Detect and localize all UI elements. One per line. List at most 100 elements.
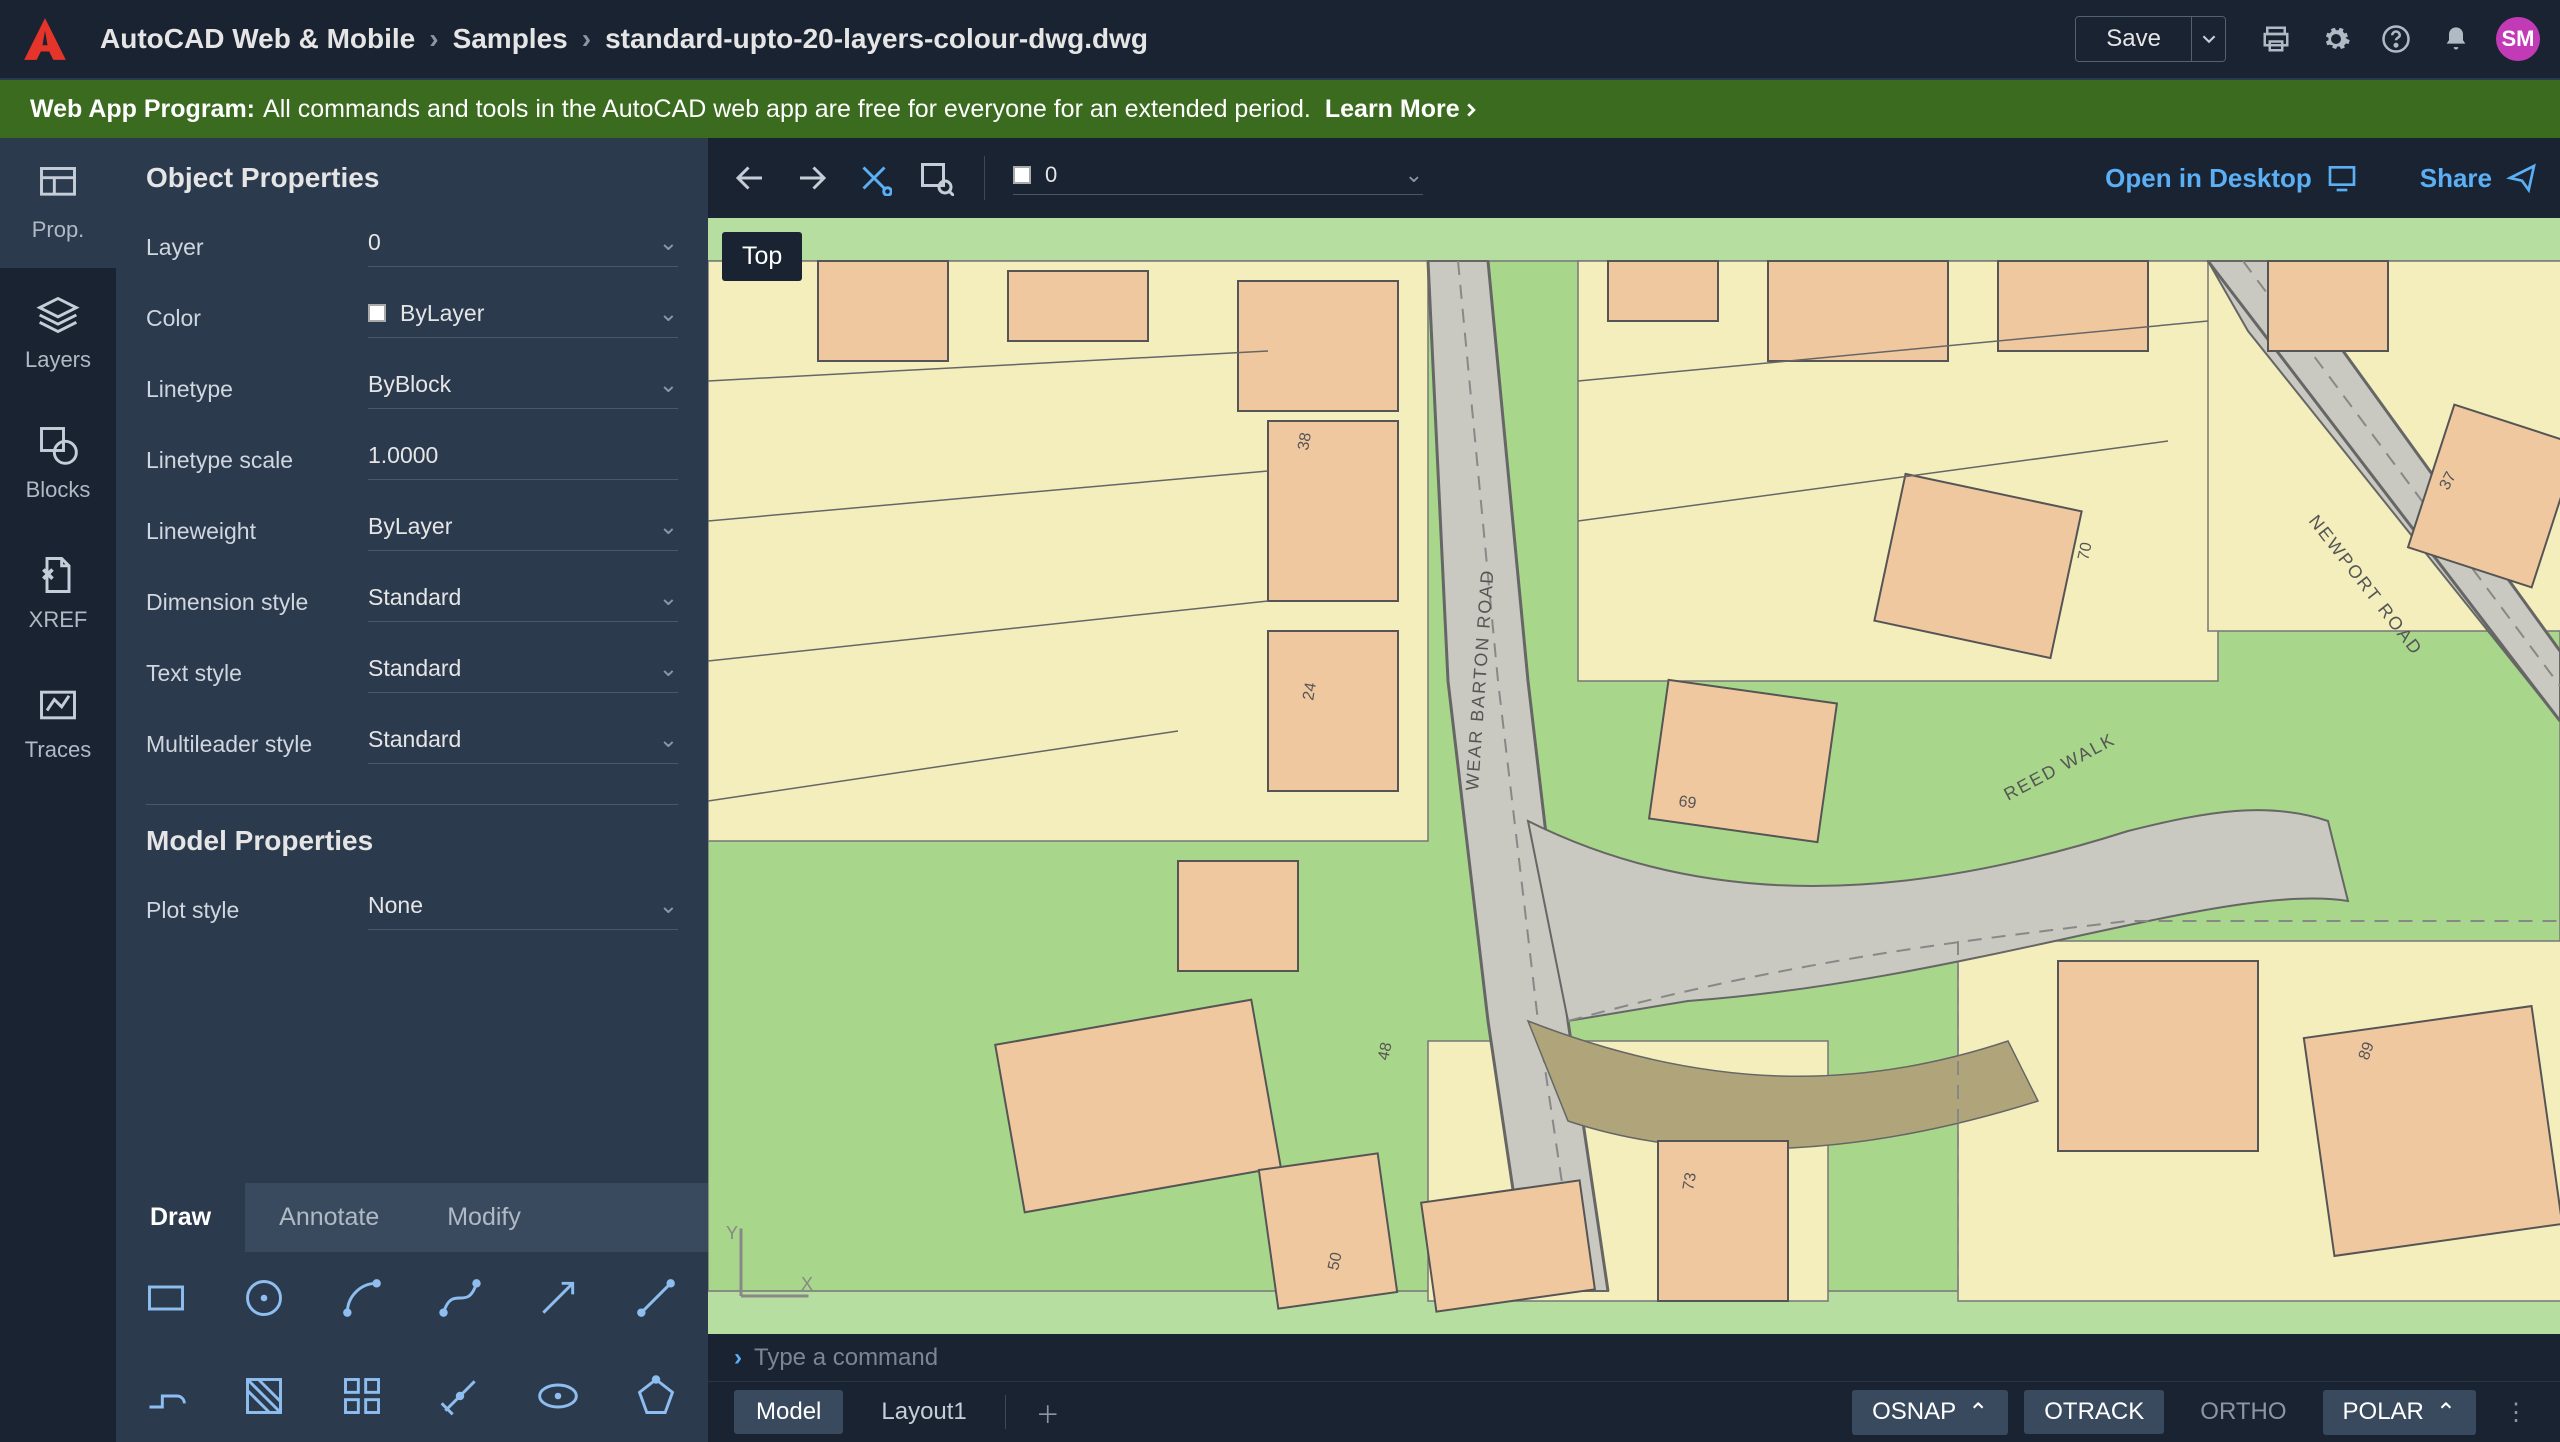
help-icon[interactable] bbox=[2376, 19, 2416, 59]
rail-properties[interactable]: Prop. bbox=[0, 138, 116, 268]
rail-layers[interactable]: Layers bbox=[0, 268, 116, 398]
field-text-style[interactable]: Standard⌄ bbox=[368, 655, 678, 693]
statusbar: Model Layout1 ＋ OSNAP⌃ OTRACK ORTHO POLA… bbox=[708, 1382, 2560, 1442]
label-dimension-style: Dimension style bbox=[146, 589, 368, 616]
tool-polygon[interactable] bbox=[632, 1372, 680, 1420]
caret-icon: › bbox=[734, 1344, 742, 1372]
label-multileader-style: Multileader style bbox=[146, 731, 368, 758]
tool-polyline[interactable] bbox=[142, 1372, 190, 1420]
view-label[interactable]: Top bbox=[722, 232, 802, 281]
field-linetype-scale[interactable]: 1.0000 bbox=[368, 442, 678, 480]
label-lineweight: Lineweight bbox=[146, 518, 368, 545]
banner-learn-more[interactable]: Learn More bbox=[1325, 95, 1478, 124]
field-layer[interactable]: 0⌄ bbox=[368, 229, 678, 267]
tab-annotate[interactable]: Annotate bbox=[245, 1183, 413, 1252]
banner-body: All commands and tools in the AutoCAD we… bbox=[263, 95, 1311, 124]
command-line[interactable]: › Type a command bbox=[708, 1334, 2560, 1382]
svg-text:73: 73 bbox=[1680, 1171, 1700, 1192]
svg-text:X: X bbox=[801, 1274, 813, 1294]
tool-circle[interactable] bbox=[240, 1274, 288, 1322]
promo-banner: Web App Program: All commands and tools … bbox=[0, 80, 2560, 138]
measure-icon[interactable] bbox=[854, 158, 894, 198]
tool-ellipse[interactable] bbox=[534, 1372, 582, 1420]
svg-text:38: 38 bbox=[1295, 431, 1315, 452]
field-color[interactable]: ByLayer⌄ bbox=[368, 300, 678, 338]
command-placeholder: Type a command bbox=[754, 1344, 938, 1372]
left-icon-rail: Prop. Layers Blocks XREF Traces bbox=[0, 138, 116, 1442]
divider bbox=[146, 804, 678, 805]
svg-text:50: 50 bbox=[1325, 1251, 1345, 1272]
canvas-area: 0⌄ Open in Desktop Share Top bbox=[708, 138, 2560, 1442]
redo-icon[interactable] bbox=[792, 158, 832, 198]
layer-dropdown[interactable]: 0⌄ bbox=[1013, 162, 1423, 195]
field-linetype[interactable]: ByBlock⌄ bbox=[368, 371, 678, 409]
drawing-canvas[interactable]: Top bbox=[708, 218, 2560, 1334]
label-linetype-scale: Linetype scale bbox=[146, 447, 368, 474]
avatar[interactable]: SM bbox=[2496, 17, 2540, 61]
color-swatch-icon bbox=[1013, 166, 1031, 184]
properties-panel: Object Properties Layer 0⌄ Color ByLayer… bbox=[116, 138, 708, 1442]
tool-spline[interactable] bbox=[436, 1274, 484, 1322]
undo-icon[interactable] bbox=[730, 158, 770, 198]
tool-palette bbox=[116, 1252, 708, 1442]
chevron-right-icon: › bbox=[429, 23, 438, 55]
breadcrumb-product[interactable]: AutoCAD Web & Mobile bbox=[100, 23, 415, 55]
svg-text:48: 48 bbox=[1375, 1041, 1395, 1062]
separator bbox=[1005, 1395, 1006, 1429]
save-button-group: Save bbox=[2075, 16, 2226, 62]
chevron-right-icon: › bbox=[582, 23, 591, 55]
model-properties-heading: Model Properties bbox=[146, 825, 678, 857]
zoom-window-icon[interactable] bbox=[916, 158, 956, 198]
tab-modify[interactable]: Modify bbox=[413, 1183, 555, 1252]
tool-array[interactable] bbox=[338, 1372, 386, 1420]
label-plot-style: Plot style bbox=[146, 897, 368, 924]
breadcrumb-file[interactable]: standard-upto-20-layers-colour-dwg.dwg bbox=[605, 23, 1148, 55]
rail-xref[interactable]: XREF bbox=[0, 528, 116, 658]
titlebar: AutoCAD Web & Mobile › Samples › standar… bbox=[0, 0, 2560, 80]
tab-layout1[interactable]: Layout1 bbox=[859, 1390, 988, 1434]
toggle-polar[interactable]: POLAR⌃ bbox=[2323, 1390, 2476, 1435]
tool-line[interactable] bbox=[632, 1274, 680, 1322]
more-icon[interactable]: ⋮ bbox=[2498, 1398, 2534, 1427]
label-layer: Layer bbox=[146, 234, 368, 261]
tool-hatch[interactable] bbox=[240, 1372, 288, 1420]
object-properties-heading: Object Properties bbox=[146, 162, 678, 194]
canvas-toolbar: 0⌄ Open in Desktop Share bbox=[708, 138, 2560, 218]
svg-text:Y: Y bbox=[726, 1223, 738, 1243]
field-lineweight[interactable]: ByLayer⌄ bbox=[368, 513, 678, 551]
map-svg: WEAR BARTON ROAD REED WALK NEWPORT ROAD … bbox=[708, 218, 2560, 1334]
rail-blocks[interactable]: Blocks bbox=[0, 398, 116, 528]
open-in-desktop[interactable]: Open in Desktop bbox=[2105, 162, 2358, 194]
save-dropdown[interactable] bbox=[2191, 17, 2225, 61]
toggle-ortho[interactable]: ORTHO bbox=[2180, 1390, 2306, 1434]
color-swatch-icon bbox=[368, 304, 386, 322]
ucs-icon: XY bbox=[726, 1221, 816, 1316]
field-dimension-style[interactable]: Standard⌄ bbox=[368, 584, 678, 622]
save-button[interactable]: Save bbox=[2076, 17, 2191, 61]
svg-text:24: 24 bbox=[1300, 681, 1320, 702]
gear-icon[interactable] bbox=[2316, 19, 2356, 59]
label-color: Color bbox=[146, 305, 368, 332]
tool-tabs: Draw Annotate Modify bbox=[116, 1183, 708, 1252]
tool-arc[interactable] bbox=[338, 1274, 386, 1322]
share-button[interactable]: Share bbox=[2420, 162, 2538, 194]
toggle-otrack[interactable]: OTRACK bbox=[2024, 1390, 2164, 1434]
tab-draw[interactable]: Draw bbox=[116, 1183, 245, 1252]
add-layout-button[interactable]: ＋ bbox=[1022, 1395, 1074, 1430]
svg-text:69: 69 bbox=[1677, 793, 1697, 812]
banner-title: Web App Program: bbox=[30, 95, 255, 124]
label-linetype: Linetype bbox=[146, 376, 368, 403]
toggle-osnap[interactable]: OSNAP⌃ bbox=[1852, 1390, 2008, 1435]
bell-icon[interactable] bbox=[2436, 19, 2476, 59]
svg-text:70: 70 bbox=[2075, 541, 2095, 562]
breadcrumb-folder[interactable]: Samples bbox=[453, 23, 568, 55]
field-plot-style[interactable]: None⌄ bbox=[368, 892, 678, 930]
label-text-style: Text style bbox=[146, 660, 368, 687]
rail-traces[interactable]: Traces bbox=[0, 658, 116, 788]
tab-model[interactable]: Model bbox=[734, 1390, 843, 1434]
print-icon[interactable] bbox=[2256, 19, 2296, 59]
tool-dimension[interactable] bbox=[436, 1372, 484, 1420]
tool-rectangle[interactable] bbox=[142, 1274, 190, 1322]
field-multileader-style[interactable]: Standard⌄ bbox=[368, 726, 678, 764]
tool-line-arrow[interactable] bbox=[534, 1274, 582, 1322]
